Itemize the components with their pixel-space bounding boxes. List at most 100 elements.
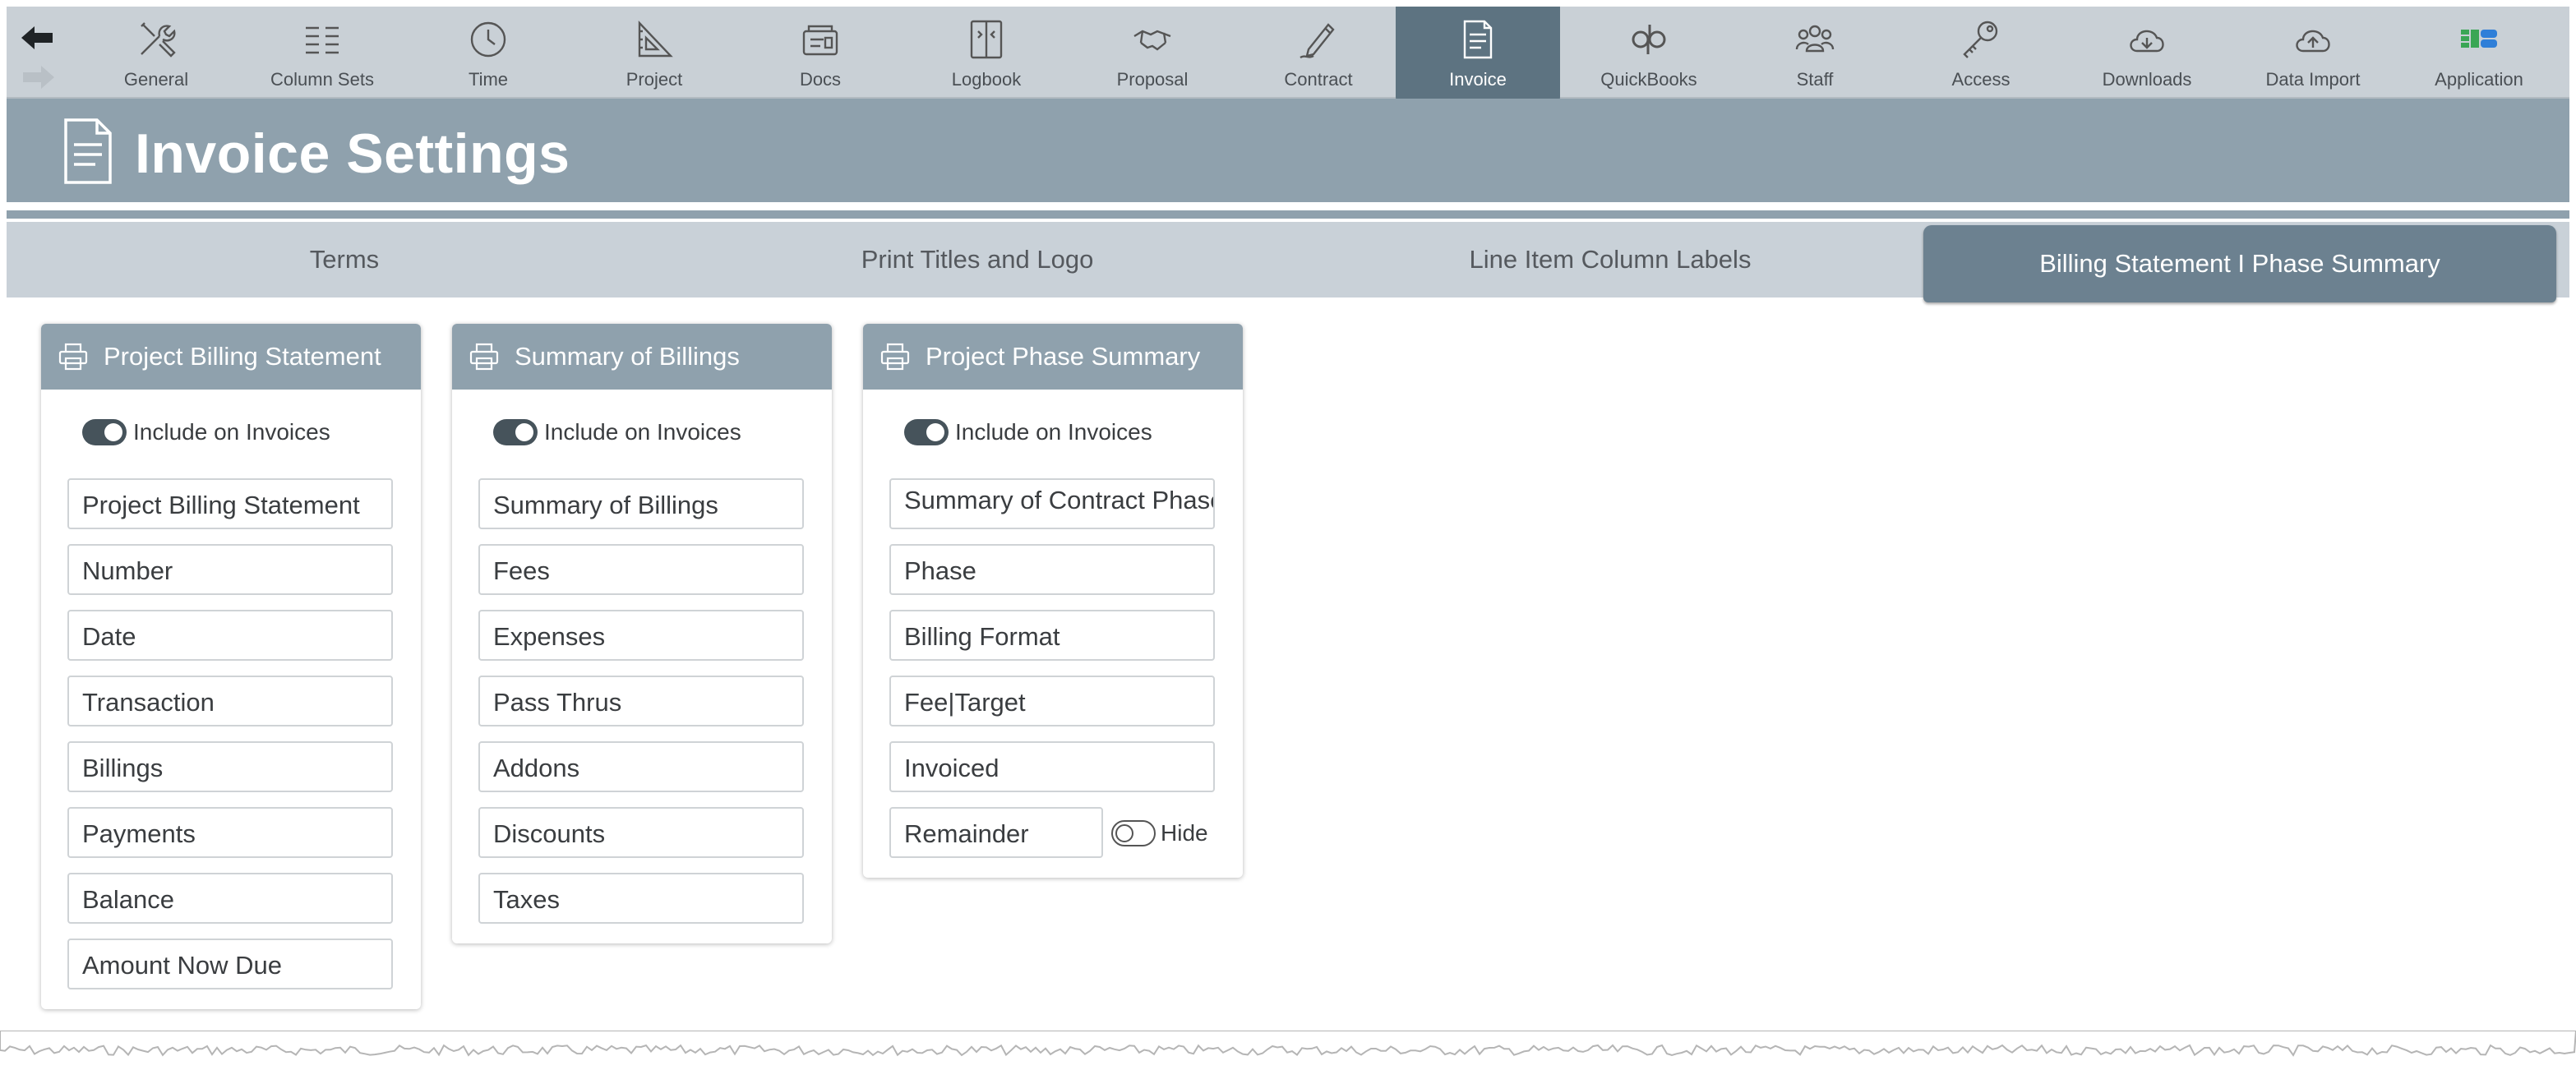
nav-general[interactable]: General <box>74 7 238 99</box>
label-input-title[interactable]: Summary of Billings <box>478 478 804 529</box>
label-input-fees[interactable]: Fees <box>478 544 804 595</box>
nav-column-sets[interactable]: Column Sets <box>240 7 404 99</box>
tab-line-item-column-labels[interactable]: Line Item Column Labels <box>1294 222 1927 297</box>
header-divider <box>7 210 2569 219</box>
nav-contract[interactable]: Contract <box>1236 7 1401 99</box>
nav-label: Contract <box>1284 69 1353 90</box>
printer-icon[interactable] <box>58 342 89 371</box>
hide-label: Hide <box>1161 820 1208 846</box>
toolbar: General Column Sets Time Project Docs Lo… <box>7 7 2569 107</box>
nav-label: QuickBooks <box>1600 69 1697 90</box>
label-input-transaction[interactable]: Transaction <box>67 676 393 726</box>
card-title: Project Billing Statement <box>104 342 381 371</box>
include-on-invoices-toggle[interactable] <box>493 419 538 445</box>
nav-label: Docs <box>799 69 842 90</box>
label-input-fee-target[interactable]: Fee|Target <box>889 676 1215 726</box>
invoice-icon <box>64 118 112 184</box>
toggle-label: Include on Invoices <box>955 419 1152 445</box>
nav-quickbooks[interactable]: QuickBooks <box>1567 7 1731 99</box>
card-header: Project Phase Summary <box>863 324 1243 390</box>
nav-label: Access <box>1951 69 2010 90</box>
card-project-billing-statement: Project Billing Statement Include on Inv… <box>41 324 421 1009</box>
back-arrow-icon[interactable] <box>20 23 56 53</box>
nav-access[interactable]: Access <box>1899 7 2063 99</box>
nav-project[interactable]: Project <box>572 7 736 99</box>
docs-icon <box>802 25 838 56</box>
page-header: Invoice Settings <box>7 99 2569 202</box>
tab-terms[interactable]: Terms <box>28 222 661 297</box>
nav-docs[interactable]: Docs <box>738 7 903 99</box>
logbook-icon <box>970 20 1003 59</box>
label-input-date[interactable]: Date <box>67 610 393 661</box>
key-icon <box>1963 21 1998 58</box>
card-project-phase-summary: Project Phase Summary Include on Invoice… <box>863 324 1243 878</box>
printer-icon[interactable] <box>469 342 500 371</box>
label-input-balance[interactable]: Balance <box>67 873 393 924</box>
label-input-remainder[interactable]: Remainder <box>889 807 1103 858</box>
label-input-invoiced[interactable]: Invoiced <box>889 741 1215 792</box>
label-input-title[interactable]: Project Billing Statement <box>67 478 393 529</box>
nav-label: Application <box>2435 69 2523 90</box>
clock-icon <box>470 21 506 58</box>
label-input-amount-now-due[interactable]: Amount Now Due <box>67 939 393 989</box>
drafting-triangle-icon <box>638 20 673 58</box>
label-input-payments[interactable]: Payments <box>67 807 393 858</box>
toggle-label: Include on Invoices <box>544 419 741 445</box>
label-input-discounts[interactable]: Discounts <box>478 807 804 858</box>
columns-icon <box>306 26 339 54</box>
nav-staff[interactable]: Staff <box>1733 7 1897 99</box>
nav-label: Proposal <box>1116 69 1189 90</box>
invoice-icon <box>1463 20 1493 59</box>
nav-label: Downloads <box>2102 69 2192 90</box>
card-summary-of-billings: Summary of Billings Include on Invoices … <box>452 324 832 943</box>
printer-icon[interactable] <box>879 342 911 371</box>
label-input-billing-format[interactable]: Billing Format <box>889 610 1215 661</box>
history-nav <box>20 18 61 92</box>
include-on-invoices-toggle[interactable] <box>82 419 127 445</box>
nav-data-import[interactable]: Data Import <box>2231 7 2395 99</box>
nav-label: Data Import <box>2265 69 2361 90</box>
app-window: General Column Sets Time Project Docs Lo… <box>7 7 2569 1050</box>
quickbooks-icon <box>1632 25 1666 54</box>
label-input-addons[interactable]: Addons <box>478 741 804 792</box>
tools-icon <box>141 22 176 58</box>
card-header: Project Billing Statement <box>41 324 421 390</box>
nav-label: Invoice <box>1449 69 1507 90</box>
nav-invoice[interactable]: Invoice <box>1396 7 1560 107</box>
nav-label: Project <box>626 69 683 90</box>
include-on-invoices-toggle[interactable] <box>904 419 949 445</box>
nav-logbook[interactable]: Logbook <box>904 7 1069 99</box>
forward-arrow-icon[interactable] <box>20 62 56 92</box>
nav-label: Time <box>468 69 509 90</box>
application-logo-icon <box>2461 30 2497 48</box>
label-input-taxes[interactable]: Taxes <box>478 873 804 924</box>
staff-icon <box>1795 25 1835 53</box>
pen-icon <box>1300 23 1335 59</box>
nav-label: Column Sets <box>270 69 374 90</box>
label-input-title[interactable]: Summary of Contract Phases <box>889 478 1215 529</box>
torn-edge <box>0 1031 2576 1057</box>
card-header: Summary of Billings <box>452 324 832 390</box>
nav-proposal[interactable]: Proposal <box>1070 7 1235 99</box>
tab-bar: Terms Print Titles and Logo Line Item Co… <box>7 222 2569 302</box>
label-input-pass-thrus[interactable]: Pass Thrus <box>478 676 804 726</box>
tab-billing-statement-phase-summary[interactable]: Billing Statement I Phase Summary <box>1923 225 2556 302</box>
page-title: Invoice Settings <box>135 122 570 185</box>
nav-application[interactable]: Application <box>2397 7 2561 99</box>
tab-print-titles-and-logo[interactable]: Print Titles and Logo <box>661 222 1294 297</box>
label-input-expenses[interactable]: Expenses <box>478 610 804 661</box>
hide-remainder-toggle[interactable] <box>1111 820 1156 846</box>
toggle-label: Include on Invoices <box>133 419 330 445</box>
nav-time[interactable]: Time <box>406 7 570 99</box>
nav-label: General <box>123 69 189 90</box>
label-input-phase[interactable]: Phase <box>889 544 1215 595</box>
cloud-upload-icon <box>2296 30 2330 53</box>
card-title: Summary of Billings <box>515 342 740 371</box>
label-input-billings[interactable]: Billings <box>67 741 393 792</box>
nav-downloads[interactable]: Downloads <box>2065 7 2229 99</box>
nav-label: Staff <box>1796 69 1834 90</box>
handshake-icon <box>1133 30 1171 51</box>
label-input-number[interactable]: Number <box>67 544 393 595</box>
nav-label: Logbook <box>951 69 1022 90</box>
card-title: Project Phase Summary <box>926 342 1201 371</box>
